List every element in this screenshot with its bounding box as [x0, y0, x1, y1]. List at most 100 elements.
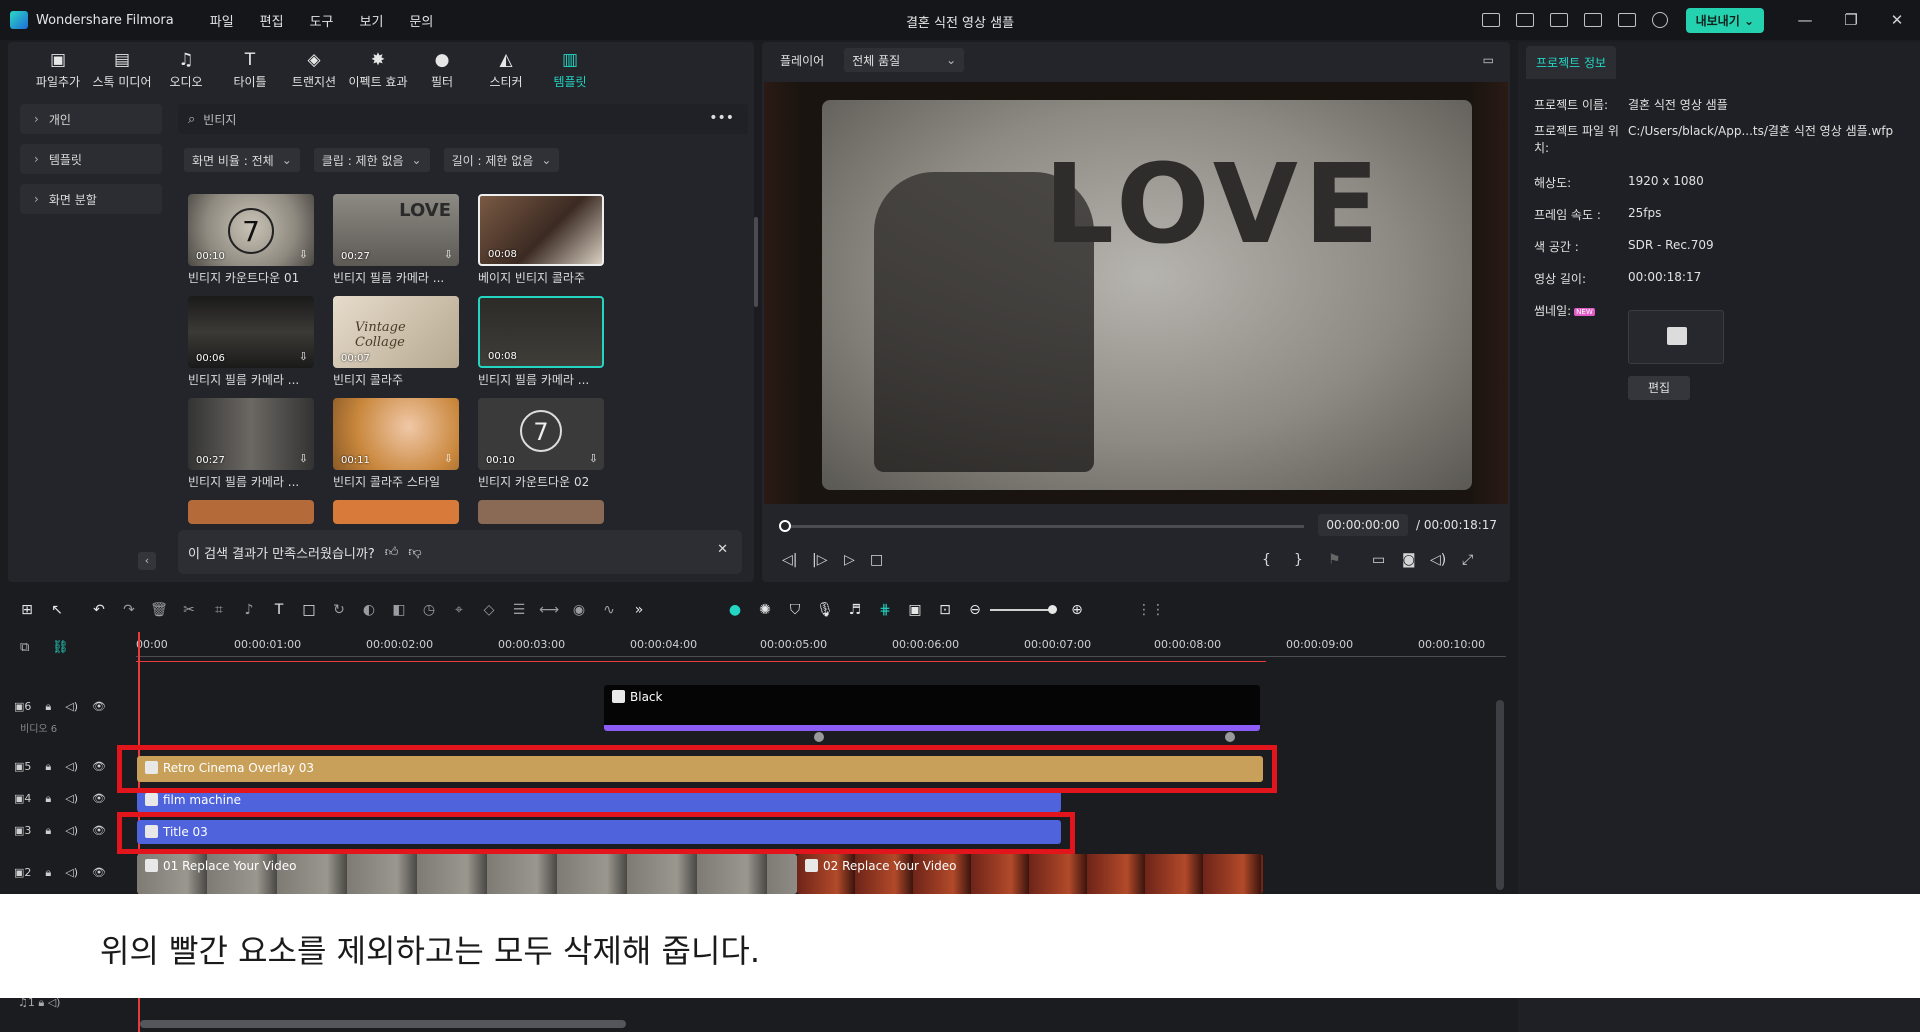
- tool-filters[interactable]: ● 필터: [410, 50, 474, 94]
- keyframe-icon[interactable]: ◇: [474, 602, 504, 618]
- shape-icon[interactable]: □: [294, 602, 324, 618]
- close-icon[interactable]: ✕: [1874, 11, 1920, 29]
- cloud-icon[interactable]: [1549, 13, 1568, 27]
- add-track-icon[interactable]: ⧉: [20, 640, 29, 655]
- video-preview[interactable]: LOVE: [764, 82, 1508, 504]
- save-icon[interactable]: [1515, 13, 1534, 27]
- cut-icon[interactable]: ✂: [174, 602, 204, 618]
- template-card[interactable]: 00:27 ⇩ 빈티지 필름 카메라 ...: [188, 398, 314, 490]
- speed-icon[interactable]: ◷: [414, 602, 444, 618]
- media-scrollbar[interactable]: [754, 217, 758, 307]
- tool-import[interactable]: ▣ 파일추가: [26, 50, 90, 94]
- display-icon[interactable]: ▭: [1372, 552, 1385, 568]
- layout-icon[interactable]: [1481, 13, 1500, 27]
- close-icon[interactable]: ✕: [717, 542, 728, 557]
- render-icon[interactable]: ✺: [750, 602, 780, 618]
- filter-aspect-ratio[interactable]: 화면 비율 : 전체: [184, 148, 300, 172]
- menu-edit[interactable]: 편집: [260, 11, 284, 30]
- template-card[interactable]: 7 00:10 ⇩ 빈티지 카운트다운 01: [188, 194, 314, 286]
- color-icon[interactable]: ◐: [354, 602, 384, 618]
- export-button[interactable]: 내보내기 ⌄: [1685, 7, 1764, 33]
- snap-icon[interactable]: ⋕: [870, 602, 900, 618]
- tool-audio[interactable]: ♫ 오디오: [154, 50, 218, 94]
- timeline-horizontal-scrollbar[interactable]: [140, 1020, 626, 1028]
- select-tool-icon[interactable]: ↖: [42, 602, 72, 618]
- mark-in-icon[interactable]: {: [1262, 552, 1271, 568]
- stop-icon[interactable]: □: [870, 552, 883, 568]
- timeline-ruler[interactable]: 00:00 00:00:01:00 00:00:02:00 00:00:03:0…: [136, 632, 1506, 662]
- avatar[interactable]: [1651, 12, 1668, 28]
- filter-duration[interactable]: 길이 : 제한 없음: [443, 148, 560, 172]
- template-card[interactable]: Vintage Collage 00:07 빈티지 콜라주: [333, 296, 459, 388]
- play-icon[interactable]: ▷: [844, 552, 855, 568]
- more-options-icon[interactable]: •••: [709, 110, 734, 126]
- template-card[interactable]: [188, 500, 314, 524]
- shield-icon[interactable]: ⛉: [780, 602, 810, 618]
- tool-effects[interactable]: ✸ 이펙트 효과: [346, 50, 410, 94]
- tool-titles[interactable]: T 타이틀: [218, 50, 282, 94]
- fit-icon[interactable]: ⊡: [930, 602, 960, 618]
- template-card[interactable]: 7 00:10 ⇩ 빈티지 카운트다운 02: [478, 398, 604, 490]
- tool-stock-media[interactable]: ▤ 스톡 미디어: [90, 50, 154, 94]
- thumbs-up-icon[interactable]: 👍︎: [385, 545, 399, 560]
- snapshot-view-icon[interactable]: ▭: [1483, 53, 1494, 67]
- prev-frame-icon[interactable]: ◁|: [782, 552, 797, 568]
- text-icon[interactable]: T: [264, 602, 294, 618]
- sidebar-item-personal[interactable]: 개인: [20, 104, 162, 134]
- template-card[interactable]: 00:06 ⇩ 빈티지 필름 카메라 ...: [188, 296, 314, 388]
- mark-out-icon[interactable]: }: [1294, 552, 1303, 568]
- audio-edit-icon[interactable]: ♪: [234, 602, 264, 618]
- crop-icon[interactable]: ⌗: [204, 602, 234, 618]
- search-input[interactable]: 빈티지: [203, 111, 236, 128]
- menu-help[interactable]: 문의: [409, 11, 433, 30]
- timeline-vertical-scrollbar[interactable]: [1496, 700, 1504, 890]
- pip-icon[interactable]: ▣: [900, 602, 930, 618]
- download-icon[interactable]: ⇩: [299, 248, 308, 261]
- quality-select[interactable]: 전체 품질: [844, 48, 965, 72]
- clip-black[interactable]: Black: [604, 685, 1260, 731]
- eye-icon[interactable]: 👁︎: [92, 700, 106, 714]
- download-icon[interactable]: ⇩: [299, 350, 308, 363]
- search-bar[interactable]: ⌕ 빈티지 •••: [178, 104, 748, 134]
- template-card[interactable]: 00:08 베이지 빈티지 콜라주: [478, 194, 604, 286]
- microphone-icon[interactable]: 🎙︎: [810, 602, 840, 618]
- menu-view[interactable]: 보기: [360, 11, 384, 30]
- apps-icon[interactable]: [1617, 13, 1636, 27]
- more-tools-icon[interactable]: »: [624, 602, 654, 618]
- template-card[interactable]: 00:08 빈티지 필름 카메라 ...: [478, 296, 604, 388]
- zoom-in-icon[interactable]: ⊕: [1062, 602, 1092, 618]
- tab-project-info[interactable]: 프로젝트 정보: [1526, 46, 1617, 79]
- ai-icon[interactable]: ●: [720, 602, 750, 618]
- split-icon[interactable]: ⟷: [534, 602, 564, 618]
- redo-icon[interactable]: ↷: [114, 602, 144, 618]
- undo-icon[interactable]: ↶: [84, 602, 114, 618]
- fullscreen-icon[interactable]: ⤢: [1462, 552, 1473, 568]
- thumbs-down-icon[interactable]: 👎︎: [408, 545, 421, 560]
- waveform-icon[interactable]: ∿: [594, 602, 624, 618]
- download-icon[interactable]: ⇩: [444, 248, 453, 261]
- playback-progress[interactable]: [779, 520, 1304, 532]
- edit-thumbnail-button[interactable]: 편집: [1628, 376, 1690, 400]
- restore-icon[interactable]: ❐: [1828, 11, 1874, 29]
- download-icon[interactable]: ⇩: [444, 452, 453, 465]
- sidebar-item-templates[interactable]: 템플릿: [20, 144, 162, 174]
- step-back-icon[interactable]: |▷: [812, 552, 827, 568]
- current-time[interactable]: 00:00:00:00: [1318, 514, 1408, 536]
- layout-grid-icon[interactable]: ⊞: [12, 602, 42, 618]
- collapse-panel-icon[interactable]: ‹: [138, 552, 156, 570]
- camera-icon[interactable]: ◙: [1402, 552, 1416, 568]
- lock-icon[interactable]: 🔒︎: [45, 700, 51, 714]
- zoom-out-icon[interactable]: ⊖: [960, 602, 990, 618]
- minimize-icon[interactable]: —: [1782, 11, 1828, 29]
- template-card[interactable]: 00:11 ⇩ 빈티지 콜라주 스타일: [333, 398, 459, 490]
- template-card[interactable]: [478, 500, 604, 524]
- stabilize-icon[interactable]: ⌖: [444, 602, 474, 618]
- tool-stickers[interactable]: ◭ 스티커: [474, 50, 538, 94]
- volume-icon[interactable]: ◁): [1430, 552, 1446, 568]
- mute-icon[interactable]: ◁): [65, 700, 78, 714]
- rotate-icon[interactable]: ↻: [324, 602, 354, 618]
- zoom-slider[interactable]: [990, 605, 1057, 614]
- clip-replace-video-01[interactable]: 01 Replace Your Video: [137, 854, 797, 894]
- delete-icon[interactable]: 🗑︎: [144, 602, 174, 618]
- mask-icon[interactable]: ◧: [384, 602, 414, 618]
